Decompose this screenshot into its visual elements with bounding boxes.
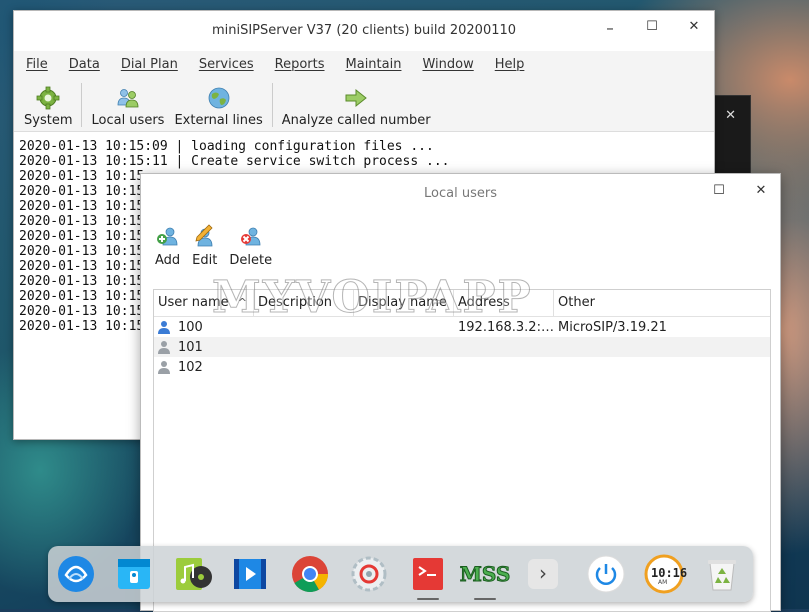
power-icon[interactable] (585, 553, 627, 595)
menu-window[interactable]: Window (422, 57, 473, 72)
trash-icon[interactable] (701, 553, 743, 595)
user-online-icon (158, 321, 170, 334)
system-label: System (24, 113, 73, 128)
clock-icon[interactable]: 10:16 AM (643, 553, 688, 595)
menu-dial-plan[interactable]: Dial Plan (121, 57, 178, 72)
menu-services[interactable]: Services (199, 57, 254, 72)
arrow-right-icon (345, 88, 367, 108)
menu-help[interactable]: Help (495, 57, 525, 72)
user-cell: 101 (154, 340, 254, 355)
local-users-toolbar: Add Edit Delete (141, 212, 780, 276)
sort-ascending-icon: ^ (237, 296, 247, 309)
edit-label: Edit (192, 253, 218, 268)
local-users-titlebar[interactable]: Local users ☐ ✕ (141, 174, 780, 212)
edit-user-icon (195, 224, 213, 247)
local-users-label: Local users (91, 113, 165, 128)
background-window-close-button[interactable]: ✕ (725, 108, 736, 123)
running-indicator (474, 598, 496, 600)
maximize-button[interactable]: ☐ (639, 19, 665, 34)
minimize-button[interactable]: – (597, 19, 623, 37)
user-name: 100 (178, 319, 203, 335)
user-cell: 100 (154, 320, 254, 335)
main-titlebar[interactable]: miniSIPServer V37 (20 clients) build 202… (14, 11, 714, 51)
clock-ampm: AM (658, 579, 668, 586)
system-button[interactable]: System (19, 76, 77, 131)
local-users-maximize-button[interactable]: ☐ (706, 183, 732, 198)
user-cell: 102 (154, 360, 254, 375)
chrome-icon[interactable] (289, 553, 331, 595)
menu-maintain[interactable]: Maintain (346, 57, 402, 72)
users-icon (117, 89, 139, 108)
clock-time: 10:16 (651, 566, 688, 580)
dock: MSS › 10:16 AM (48, 546, 753, 602)
running-indicator (417, 598, 439, 600)
column-header-address[interactable]: Address (454, 290, 554, 316)
video-player-icon[interactable] (229, 553, 271, 595)
close-button[interactable]: ✕ (681, 19, 707, 34)
log-line: 2020-01-13 10:15:11 | Create service swi… (19, 154, 450, 169)
add-user-icon (156, 227, 177, 246)
local-users-close-button[interactable]: ✕ (748, 183, 774, 198)
menu-bar: File Data Dial Plan Services Reports Mai… (14, 51, 714, 77)
mss-label: MSS (459, 562, 511, 587)
user-offline-icon (158, 361, 170, 374)
add-user-button[interactable]: Add (155, 224, 180, 276)
file-manager-icon[interactable] (113, 553, 155, 595)
toolbar-separator (271, 83, 273, 127)
table-header: User name ^ Description Display name Add… (154, 290, 770, 317)
toolbar-separator (81, 83, 83, 127)
user-name: 102 (178, 359, 203, 375)
gear-icon (36, 86, 60, 110)
column-header-description[interactable]: Description (254, 290, 354, 316)
deepin-launcher-icon[interactable] (55, 553, 97, 595)
local-users-title: Local users (424, 186, 497, 201)
external-lines-label: External lines (174, 113, 263, 128)
terminal-icon[interactable] (407, 553, 449, 595)
column-header-display-name[interactable]: Display name (354, 290, 454, 316)
minisipserver-icon[interactable]: MSS (459, 553, 511, 595)
delete-label: Delete (229, 253, 273, 268)
add-label: Add (155, 253, 181, 268)
table-row[interactable]: 102 (154, 357, 770, 377)
main-toolbar: System Local users External lines Analyz… (14, 77, 714, 132)
menu-reports[interactable]: Reports (275, 57, 325, 72)
delete-user-button[interactable]: Delete (229, 224, 272, 276)
local-users-button[interactable]: Local users (86, 76, 169, 131)
analyze-called-number-button[interactable]: Analyze called number (277, 76, 436, 131)
other-cell: MicroSIP/3.19.21 (558, 319, 667, 335)
analyze-label: Analyze called number (281, 113, 431, 128)
column-header-user-name[interactable]: User name ^ (154, 290, 254, 316)
menu-file[interactable]: File (26, 57, 48, 72)
menu-data[interactable]: Data (69, 57, 100, 72)
column-header-label: User name (158, 295, 229, 310)
table-row[interactable]: 101 (154, 337, 770, 357)
edit-user-button[interactable]: Edit (192, 224, 217, 276)
table-row[interactable]: 100 192.168.3.2:5… MicroSIP/3.19.21 (154, 317, 770, 337)
music-player-icon[interactable] (171, 553, 213, 595)
globe-icon (208, 87, 230, 109)
delete-user-icon (240, 227, 261, 246)
settings-icon[interactable] (348, 553, 390, 595)
column-header-other[interactable]: Other (554, 290, 768, 316)
user-offline-icon (158, 341, 170, 354)
chevron-right-icon[interactable]: › (528, 559, 558, 589)
external-lines-button[interactable]: External lines (169, 76, 267, 131)
log-line: 2020-01-13 10:15:09 | loading configurat… (19, 139, 434, 154)
address-cell: 192.168.3.2:5… (458, 319, 554, 335)
user-name: 101 (178, 339, 203, 355)
